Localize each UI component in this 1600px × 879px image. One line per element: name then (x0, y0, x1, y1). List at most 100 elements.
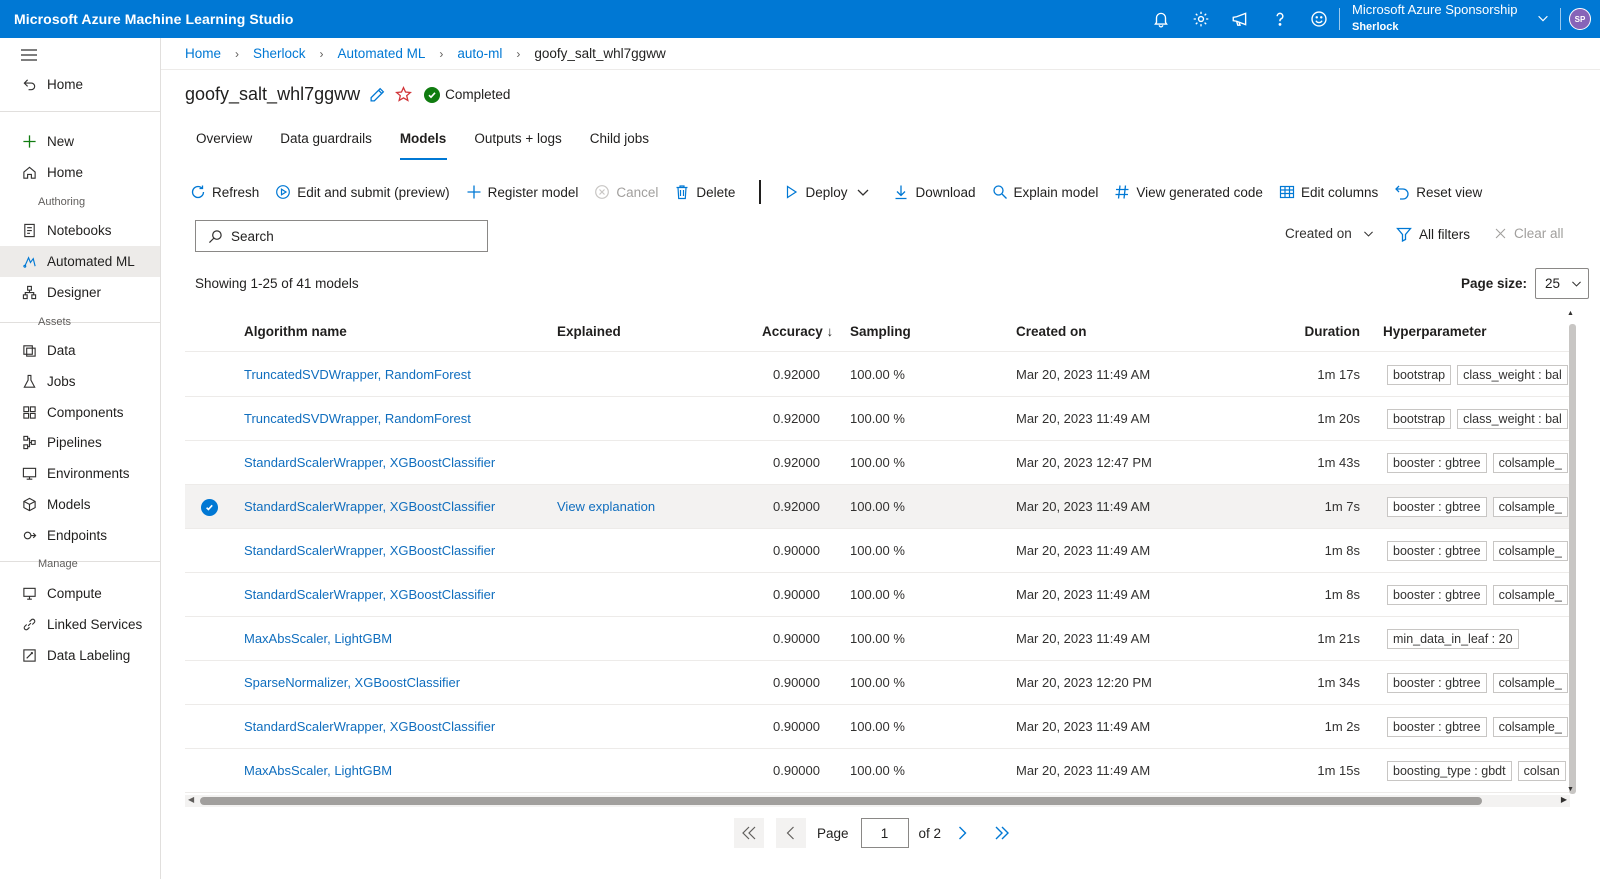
sidebar-item-linked-services[interactable]: Linked Services (0, 609, 160, 640)
tab-data-guardrails[interactable]: Data guardrails (269, 126, 384, 160)
bell-icon[interactable] (1150, 8, 1172, 30)
sidebar-item-new[interactable]: New (0, 126, 160, 157)
table-row[interactable]: MaxAbsScaler, LightGBM 0.90000 100.00 % Mar… (185, 617, 1570, 661)
vertical-scrollbar[interactable]: ▲ ▼ (1566, 310, 1578, 796)
col-sampling[interactable]: Sampling (850, 324, 911, 339)
delete-button[interactable]: Delete (674, 184, 735, 200)
breadcrumb-experiment[interactable]: auto-ml (457, 46, 502, 61)
tab-child-jobs[interactable]: Child jobs (579, 126, 661, 160)
tab-overview[interactable]: Overview (185, 126, 264, 160)
download-button[interactable]: Download (893, 184, 976, 200)
search-input[interactable]: Search (195, 220, 488, 252)
table-row[interactable]: StandardScalerWrapper, XGBoostClassifier… (185, 485, 1570, 529)
row-selected-check-icon[interactable] (201, 499, 218, 516)
chevron-down-icon[interactable] (1536, 11, 1550, 28)
register-model-button[interactable]: Register model (466, 184, 578, 200)
breadcrumb-home[interactable]: Home (185, 46, 221, 61)
page-total: of 2 (918, 825, 942, 841)
horizontal-scrollbar[interactable]: ◀ ▶ (185, 795, 1570, 807)
all-filters-button[interactable]: All filters (1396, 226, 1470, 242)
reset-view-button[interactable]: Reset view (1394, 184, 1482, 200)
page-number-input[interactable]: 1 (860, 818, 909, 848)
edit-submit-button[interactable]: Edit and submit (preview) (275, 184, 450, 200)
sidebar-item-data-labeling[interactable]: Data Labeling (0, 640, 160, 671)
table-row[interactable]: MaxAbsScaler, LightGBM 0.90000 100.00 % Mar… (185, 749, 1570, 793)
view-generated-code-button[interactable]: View generated code (1114, 184, 1263, 200)
sidebar-item-endpoints[interactable]: Endpoints (0, 520, 160, 551)
algorithm-name-link[interactable]: MaxAbsScaler, LightGBM (244, 631, 544, 646)
last-page-button[interactable] (987, 818, 1017, 848)
sidebar-item-data[interactable]: Data (0, 335, 160, 366)
algorithm-name-link[interactable]: StandardScalerWrapper, XGBoostClassifier (244, 455, 544, 470)
table-row[interactable]: StandardScalerWrapper, XGBoostClassifier… (185, 573, 1570, 617)
table-row[interactable]: TruncatedSVDWrapper, RandomForest 0.92000… (185, 353, 1570, 397)
scroll-up-arrow-icon[interactable]: ▲ (1567, 310, 1574, 317)
algorithm-name-link[interactable]: TruncatedSVDWrapper, RandomForest (244, 411, 544, 426)
table-row[interactable]: SparseNormalizer, XGBoostClassifier 0.900… (185, 661, 1570, 705)
scroll-right-arrow-icon[interactable]: ▶ (1561, 795, 1567, 804)
deploy-button[interactable]: Deploy (783, 184, 877, 200)
sidebar-item-designer[interactable]: Designer (0, 277, 160, 308)
algorithm-name-link[interactable]: SparseNormalizer, XGBoostClassifier (244, 675, 544, 690)
sidebar-divider (0, 111, 160, 112)
hyperparameter-tag: colsample_ (1492, 453, 1568, 473)
col-algorithm-name[interactable]: Algorithm name (244, 324, 347, 339)
tab-outputs-logs[interactable]: Outputs + logs (463, 126, 573, 160)
sidebar-item-home[interactable]: Home (0, 157, 160, 188)
scrollbar-thumb[interactable] (1569, 324, 1576, 794)
algorithm-name-link[interactable]: StandardScalerWrapper, XGBoostClassifier (244, 587, 544, 602)
avatar[interactable]: SP (1569, 8, 1591, 30)
sidebar-item-components[interactable]: Components (0, 397, 160, 428)
chevron-right-icon: › (319, 46, 324, 61)
scrollbar-thumb[interactable] (200, 797, 1482, 805)
table-row[interactable]: StandardScalerWrapper, XGBoostClassifier… (185, 441, 1570, 485)
col-duration[interactable]: Duration (1280, 324, 1361, 339)
refresh-button[interactable]: Refresh (190, 184, 259, 200)
account-switcher[interactable]: Microsoft Azure Sponsorship Sherlock (1352, 2, 1517, 33)
megaphone-icon[interactable] (1229, 8, 1251, 30)
col-explained[interactable]: Explained (557, 324, 621, 339)
algorithm-name-link[interactable]: StandardScalerWrapper, XGBoostClassifier (244, 719, 544, 734)
smiley-icon[interactable] (1308, 8, 1330, 30)
sidebar-item-models[interactable]: Models (0, 489, 160, 520)
sidebar-item-compute[interactable]: Compute (0, 578, 160, 609)
page-size-dropdown[interactable]: 25 (1535, 268, 1590, 299)
gear-icon[interactable] (1190, 8, 1212, 30)
sidebar-item-automated-ml[interactable]: Automated ML (0, 246, 160, 277)
sidebar-item-pipelines[interactable]: Pipelines (0, 427, 160, 458)
algorithm-name-link[interactable]: StandardScalerWrapper, XGBoostClassifier (244, 543, 544, 558)
algorithm-name-link[interactable]: MaxAbsScaler, LightGBM (244, 763, 544, 778)
table-row[interactable]: StandardScalerWrapper, XGBoostClassifier… (185, 705, 1570, 749)
first-page-button[interactable] (734, 818, 764, 848)
next-page-button[interactable] (947, 818, 977, 848)
star-icon[interactable] (395, 86, 413, 103)
scroll-left-arrow-icon[interactable]: ◀ (188, 795, 194, 804)
sidebar-item-notebooks[interactable]: Notebooks (0, 215, 160, 246)
breadcrumb-automated-ml[interactable]: Automated ML (338, 46, 426, 61)
table-row[interactable]: StandardScalerWrapper, XGBoostClassifier… (185, 529, 1570, 573)
help-icon[interactable] (1269, 8, 1291, 30)
clear-all-button[interactable]: Clear all (1494, 226, 1564, 241)
algorithm-name-link[interactable]: TruncatedSVDWrapper, RandomForest (244, 367, 544, 382)
pencil-icon[interactable] (369, 86, 386, 103)
col-hyperparameter[interactable]: Hyperparameter (1383, 324, 1487, 339)
sidebar-item-jobs[interactable]: Jobs (0, 366, 160, 397)
app-title[interactable]: Microsoft Azure Machine Learning Studio (14, 11, 294, 27)
algorithm-name-link[interactable]: StandardScalerWrapper, XGBoostClassifier (244, 499, 544, 514)
explain-model-button[interactable]: Explain model (992, 184, 1098, 200)
table-row[interactable]: TruncatedSVDWrapper, RandomForest 0.92000… (185, 397, 1570, 441)
sidebar-item-label: Notebooks (47, 223, 112, 238)
tab-models[interactable]: Models (389, 126, 459, 160)
sidebar-item-environments[interactable]: Environments (0, 458, 160, 489)
created-on-sort-dropdown[interactable]: Created on (1285, 226, 1375, 241)
previous-page-button[interactable] (776, 818, 806, 848)
col-accuracy[interactable]: Accuracy ↓ (762, 324, 832, 339)
edit-columns-button[interactable]: Edit columns (1279, 184, 1378, 200)
breadcrumb-workspace[interactable]: Sherlock (253, 46, 306, 61)
hamburger-menu-icon[interactable] (20, 48, 38, 65)
cancel-button[interactable]: Cancel (594, 184, 658, 200)
view-explanation-link[interactable]: View explanation (557, 499, 655, 514)
col-created-on[interactable]: Created on (1016, 324, 1087, 339)
scroll-down-arrow-icon[interactable]: ▼ (1567, 786, 1574, 793)
sidebar-item-home-top[interactable]: Home (0, 69, 160, 100)
